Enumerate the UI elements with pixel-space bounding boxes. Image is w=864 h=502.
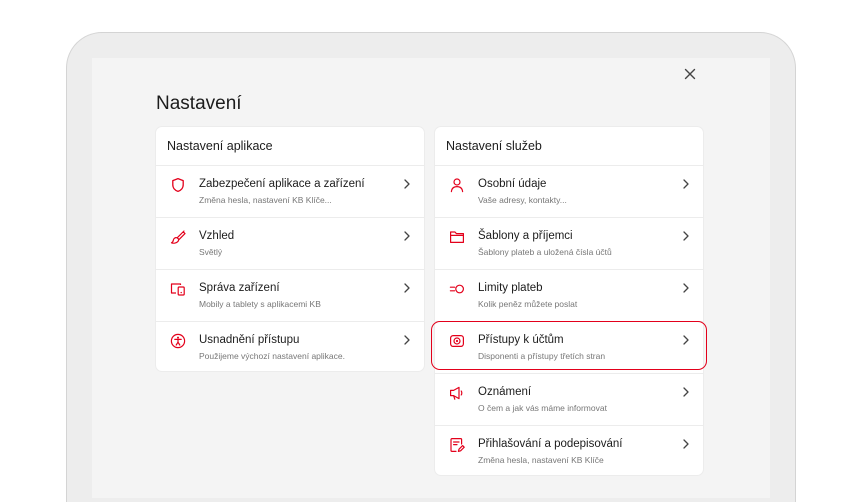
limits-icon bbox=[449, 281, 465, 297]
row-title: Usnadnění přístupu bbox=[199, 334, 300, 346]
row-subtitle: Světlý bbox=[199, 247, 223, 257]
chevron-right-icon bbox=[403, 231, 411, 241]
row-subtitle: Použijeme výchozí nastavení aplikace. bbox=[199, 351, 345, 361]
settings-row-templates[interactable]: Šablony a příjemci Šablony plateb a ulož… bbox=[435, 218, 703, 270]
row-title: Šablony a příjemci bbox=[478, 230, 573, 242]
row-subtitle: Mobily a tablety s aplikacemi KB bbox=[199, 299, 321, 309]
megaphone-icon bbox=[449, 385, 465, 401]
shield-icon bbox=[170, 177, 186, 193]
chevron-right-icon bbox=[403, 335, 411, 345]
folder-icon bbox=[449, 229, 465, 245]
app-settings-header: Nastavení aplikace bbox=[156, 127, 424, 166]
settings-row-devices[interactable]: Správa zařízení Mobily a tablety s aplik… bbox=[156, 270, 424, 322]
account-access-icon bbox=[449, 333, 465, 349]
user-icon bbox=[449, 177, 465, 193]
chevron-right-icon bbox=[403, 283, 411, 293]
row-title: Správa zařízení bbox=[199, 282, 280, 294]
settings-row-appearance[interactable]: Vzhled Světlý bbox=[156, 218, 424, 270]
row-title: Zabezpečení aplikace a zařízení bbox=[199, 178, 365, 190]
settings-row-security[interactable]: Zabezpečení aplikace a zařízení Změna he… bbox=[156, 166, 424, 218]
service-settings-header: Nastavení služeb bbox=[435, 127, 703, 166]
brush-icon bbox=[170, 229, 186, 245]
settings-row-personal-data[interactable]: Osobní údaje Vaše adresy, kontakty... bbox=[435, 166, 703, 218]
row-subtitle: Šablony plateb a uložená čísla účtů bbox=[478, 247, 612, 257]
chevron-right-icon bbox=[682, 179, 690, 189]
chevron-right-icon bbox=[682, 335, 690, 345]
row-title: Přihlašování a podepisování bbox=[478, 438, 623, 450]
settings-row-signing[interactable]: Přihlašování a podepisování Změna hesla,… bbox=[435, 426, 703, 478]
row-subtitle: Vaše adresy, kontakty... bbox=[478, 195, 567, 205]
chevron-right-icon bbox=[682, 387, 690, 397]
sign-icon bbox=[449, 437, 465, 453]
settings-row-accessibility[interactable]: Usnadnění přístupu Použijeme výchozí nas… bbox=[156, 322, 424, 374]
row-title: Limity plateb bbox=[478, 282, 543, 294]
row-title: Vzhled bbox=[199, 230, 235, 242]
row-title: Osobní údaje bbox=[478, 178, 547, 190]
chevron-right-icon bbox=[682, 231, 690, 241]
close-icon[interactable] bbox=[682, 66, 698, 82]
row-subtitle: Disponenti a přístupy třetích stran bbox=[478, 351, 606, 361]
accessibility-icon bbox=[170, 333, 186, 349]
row-subtitle: Změna hesla, nastavení KB Klíče bbox=[478, 455, 604, 465]
page-title: Nastavení bbox=[156, 93, 242, 114]
app-settings-card: Nastavení aplikace Zabezpečení aplikace … bbox=[156, 127, 424, 371]
chevron-right-icon bbox=[682, 439, 690, 449]
chevron-right-icon bbox=[403, 179, 411, 189]
service-settings-card: Nastavení služeb Osobní údaje Vaše adres… bbox=[435, 127, 703, 475]
settings-row-limits[interactable]: Limity plateb Kolik peněz můžete poslat bbox=[435, 270, 703, 322]
row-subtitle: Změna hesla, nastavení KB Klíče... bbox=[199, 195, 332, 205]
row-subtitle: Kolik peněz můžete poslat bbox=[478, 299, 578, 309]
row-subtitle: O čem a jak vás máme informovat bbox=[478, 403, 607, 413]
settings-row-notifications[interactable]: Oznámení O čem a jak vás máme informovat bbox=[435, 374, 703, 426]
chevron-right-icon bbox=[682, 283, 690, 293]
row-title: Oznámení bbox=[478, 386, 532, 398]
row-title: Přístupy k účtům bbox=[478, 334, 564, 346]
settings-row-account-access[interactable]: Přístupy k účtům Disponenti a přístupy t… bbox=[435, 322, 703, 374]
devices-icon bbox=[170, 281, 186, 297]
